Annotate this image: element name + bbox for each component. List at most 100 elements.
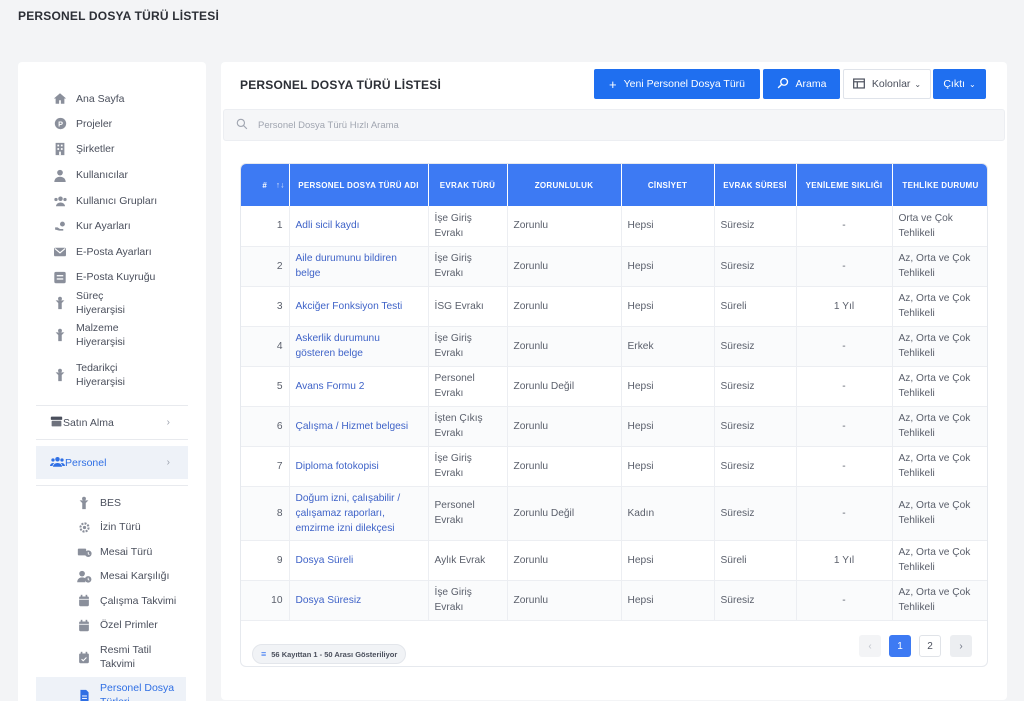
home-icon	[52, 91, 68, 107]
sidebar-subitem[interactable]: Mesai Karşılığı	[18, 564, 206, 588]
table-cell: Süresiz	[714, 446, 797, 487]
sidebar-item[interactable]: E-Posta Ayarları	[18, 239, 206, 264]
table-cell: Zorunlu Değil	[507, 486, 622, 541]
sidebar-subitem[interactable]: Özel Primler	[18, 613, 206, 637]
sidebar-item[interactable]: Kullanıcılar	[18, 162, 206, 188]
table-cell: 8	[241, 486, 290, 541]
column-header[interactable]: TEHLİKE DURUMU	[892, 164, 987, 206]
sidebar-item[interactable]: Tedarikçi Hiyerarşisi	[18, 355, 206, 395]
column-header[interactable]: YENİLEME SIKLIĞI	[796, 164, 893, 206]
column-header[interactable]: # ↑↓	[241, 164, 290, 206]
table-cell: 1	[241, 206, 290, 247]
search-button[interactable]: Arama	[763, 69, 840, 99]
file-type-name-link[interactable]: Diploma fotokopisi	[289, 446, 429, 487]
sidebar-item-label: E-Posta Kuyruğu	[76, 271, 156, 283]
sidebar-item-label: Tedarikçi Hiyerarşisi	[76, 362, 126, 388]
file-type-name-link[interactable]: Çalışma / Hizmet belgesi	[289, 406, 429, 447]
table-row[interactable]: 3 Akciğer Fonksiyon Testi İSG Evrakı Zorunl…	[241, 286, 987, 327]
table-cell: -	[796, 246, 893, 287]
column-header-label: PERSONEL DOSYA TÜRÜ ADI	[298, 180, 419, 190]
pagination-page-1[interactable]: 1	[889, 635, 911, 657]
table-cell: -	[796, 446, 893, 487]
table-row[interactable]: 9 Dosya Süreli Aylık Evrak Zorunlu Hepsi Süre…	[241, 540, 987, 581]
table-cell: Süreli	[714, 286, 797, 327]
table-cell: Hepsi	[621, 366, 715, 407]
sidebar-subitem[interactable]: Resmi Tatil Takvimi	[18, 637, 206, 677]
sidebar-item[interactable]: E-Posta Kuyruğu	[18, 264, 206, 290]
sidebar-group-label: Personel	[65, 456, 107, 469]
table-row[interactable]: 1 Adli sicil kaydı İşe Giriş Evrakı Zorunlu…	[241, 206, 987, 247]
file-type-name-link[interactable]: Doğum izni, çalışabilir / çalışamaz rapo…	[289, 486, 429, 541]
sidebar-subitem-label: Mesai Türü	[100, 545, 153, 558]
quick-search-bar	[223, 109, 1005, 141]
pagination-prev-button[interactable]: ‹	[859, 635, 881, 657]
pagination-next-button[interactable]: ›	[950, 635, 972, 657]
plus-icon: +	[609, 76, 617, 92]
file-type-name-link[interactable]: Aile durumunu bildiren belge	[289, 246, 429, 287]
sidebar-item-label: Kullanıcılar	[76, 169, 128, 181]
sidebar-subitem[interactable]: Çalışma Takvimi	[18, 588, 206, 613]
column-header[interactable]: CİNSİYET	[621, 164, 715, 206]
sidebar-item[interactable]: Malzeme Hiyerarşisi	[18, 315, 206, 355]
table-cell: Hepsi	[621, 286, 715, 327]
calendar-check-icon	[76, 649, 92, 665]
column-header-label: EVRAK SÜRESİ	[723, 180, 787, 190]
column-header[interactable]: EVRAK TÜRÜ	[428, 164, 508, 206]
table-row[interactable]: 4 Askerlik durumunu gösteren belge İşe Gir…	[241, 326, 987, 367]
quick-search-input[interactable]	[258, 119, 858, 131]
sidebar-item[interactable]: P Projeler	[18, 111, 206, 136]
sidebar-group-personel[interactable]: Personel ›	[36, 446, 188, 479]
columns-button[interactable]: Kolonlar ⌄	[843, 69, 931, 99]
sidebar-subitem[interactable]: Personel Dosya Türleri	[36, 677, 186, 701]
table-cell: Zorunlu	[507, 246, 622, 287]
sidebar-subitem-label: Resmi Tatil Takvimi	[100, 644, 152, 670]
export-button[interactable]: Çıktı ⌄	[933, 69, 986, 99]
column-header[interactable]: EVRAK SÜRESİ	[714, 164, 797, 206]
sidebar-item-label: Şirketler	[76, 143, 115, 155]
sidebar-item[interactable]: Süreç Hiyerarşisi	[18, 289, 206, 316]
file-type-name-link[interactable]: Avans Formu 2	[289, 366, 429, 407]
sidebar-item[interactable]: Kullanıcı Grupları	[18, 188, 206, 213]
table-row[interactable]: 2 Aile durumunu bildiren belge İşe Giriş E…	[241, 246, 987, 287]
sidebar-item[interactable]: Şirketler	[18, 136, 206, 162]
table-cell: İşe Giriş Evrakı	[428, 326, 508, 367]
table-cell: 2	[241, 246, 290, 287]
hierarchy-icon	[52, 295, 68, 311]
sidebar-subitem[interactable]: BES	[18, 490, 206, 515]
page-title: PERSONEL DOSYA TÜRÜ LİSTESİ	[18, 9, 219, 23]
file-type-name-link[interactable]: Dosya Süresiz	[289, 580, 429, 621]
sidebar-item-label: Süreç Hiyerarşisi	[76, 289, 126, 316]
column-header[interactable]: PERSONEL DOSYA TÜRÜ ADI	[289, 164, 429, 206]
chevron-right-icon: ›	[166, 457, 170, 468]
column-header[interactable]: ZORUNLULUK	[507, 164, 622, 206]
table-row[interactable]: 8 Doğum izni, çalışabilir / çalışamaz rap…	[241, 486, 987, 541]
table-row[interactable]: 10 Dosya Süresiz İşe Giriş Evrakı Zorunlu He…	[241, 580, 987, 621]
column-header-label: YENİLEME SIKLIĞI	[805, 180, 883, 190]
column-header-label: EVRAK TÜRÜ	[439, 180, 496, 190]
sidebar-item[interactable]: Kur Ayarları	[18, 213, 206, 239]
file-type-name-link[interactable]: Adli sicil kaydı	[289, 206, 429, 247]
table-row[interactable]: 7 Diploma fotokopisi İşe Giriş Evrakı Zorun…	[241, 446, 987, 487]
table-cell: -	[796, 486, 893, 541]
file-type-name-link[interactable]: Askerlik durumunu gösteren belge	[289, 326, 429, 367]
column-header-label: TEHLİKE DURUMU	[902, 180, 979, 190]
table-cell: İşe Giriş Evrakı	[428, 206, 508, 247]
file-type-name-link[interactable]: Akciğer Fonksiyon Testi	[289, 286, 429, 327]
table-cell: Hepsi	[621, 206, 715, 247]
sidebar-subitem[interactable]: İzin Türü	[18, 515, 206, 539]
column-header-label: ZORUNLULUK	[534, 180, 594, 190]
table-cell: Aylık Evrak	[428, 540, 508, 581]
cart-icon	[50, 415, 63, 431]
table-cell: 6	[241, 406, 290, 447]
sidebar-group-satin-alma[interactable]: Satın Alma ›	[36, 406, 188, 439]
table-row[interactable]: 6 Çalışma / Hizmet belgesi İşten Çıkış Evr…	[241, 406, 987, 447]
sidebar-subitem[interactable]: Mesai Türü	[18, 539, 206, 564]
table-cell: Az, Orta ve Çok Tehlikeli	[892, 326, 987, 367]
pagination-page-2[interactable]: 2	[919, 635, 941, 657]
file-type-name-link[interactable]: Dosya Süreli	[289, 540, 429, 581]
sidebar-item[interactable]: Ana Sayfa	[18, 86, 206, 111]
table-row[interactable]: 5 Avans Formu 2 Personel Evrakı Zorunlu Değ…	[241, 366, 987, 407]
record-info-text: 56 Kayıttan 1 - 50 Arası Gösteriliyor	[271, 649, 398, 659]
new-file-type-button[interactable]: + Yeni Personel Dosya Türü	[594, 69, 760, 99]
table-cell: Orta ve Çok Tehlikeli	[892, 206, 987, 247]
